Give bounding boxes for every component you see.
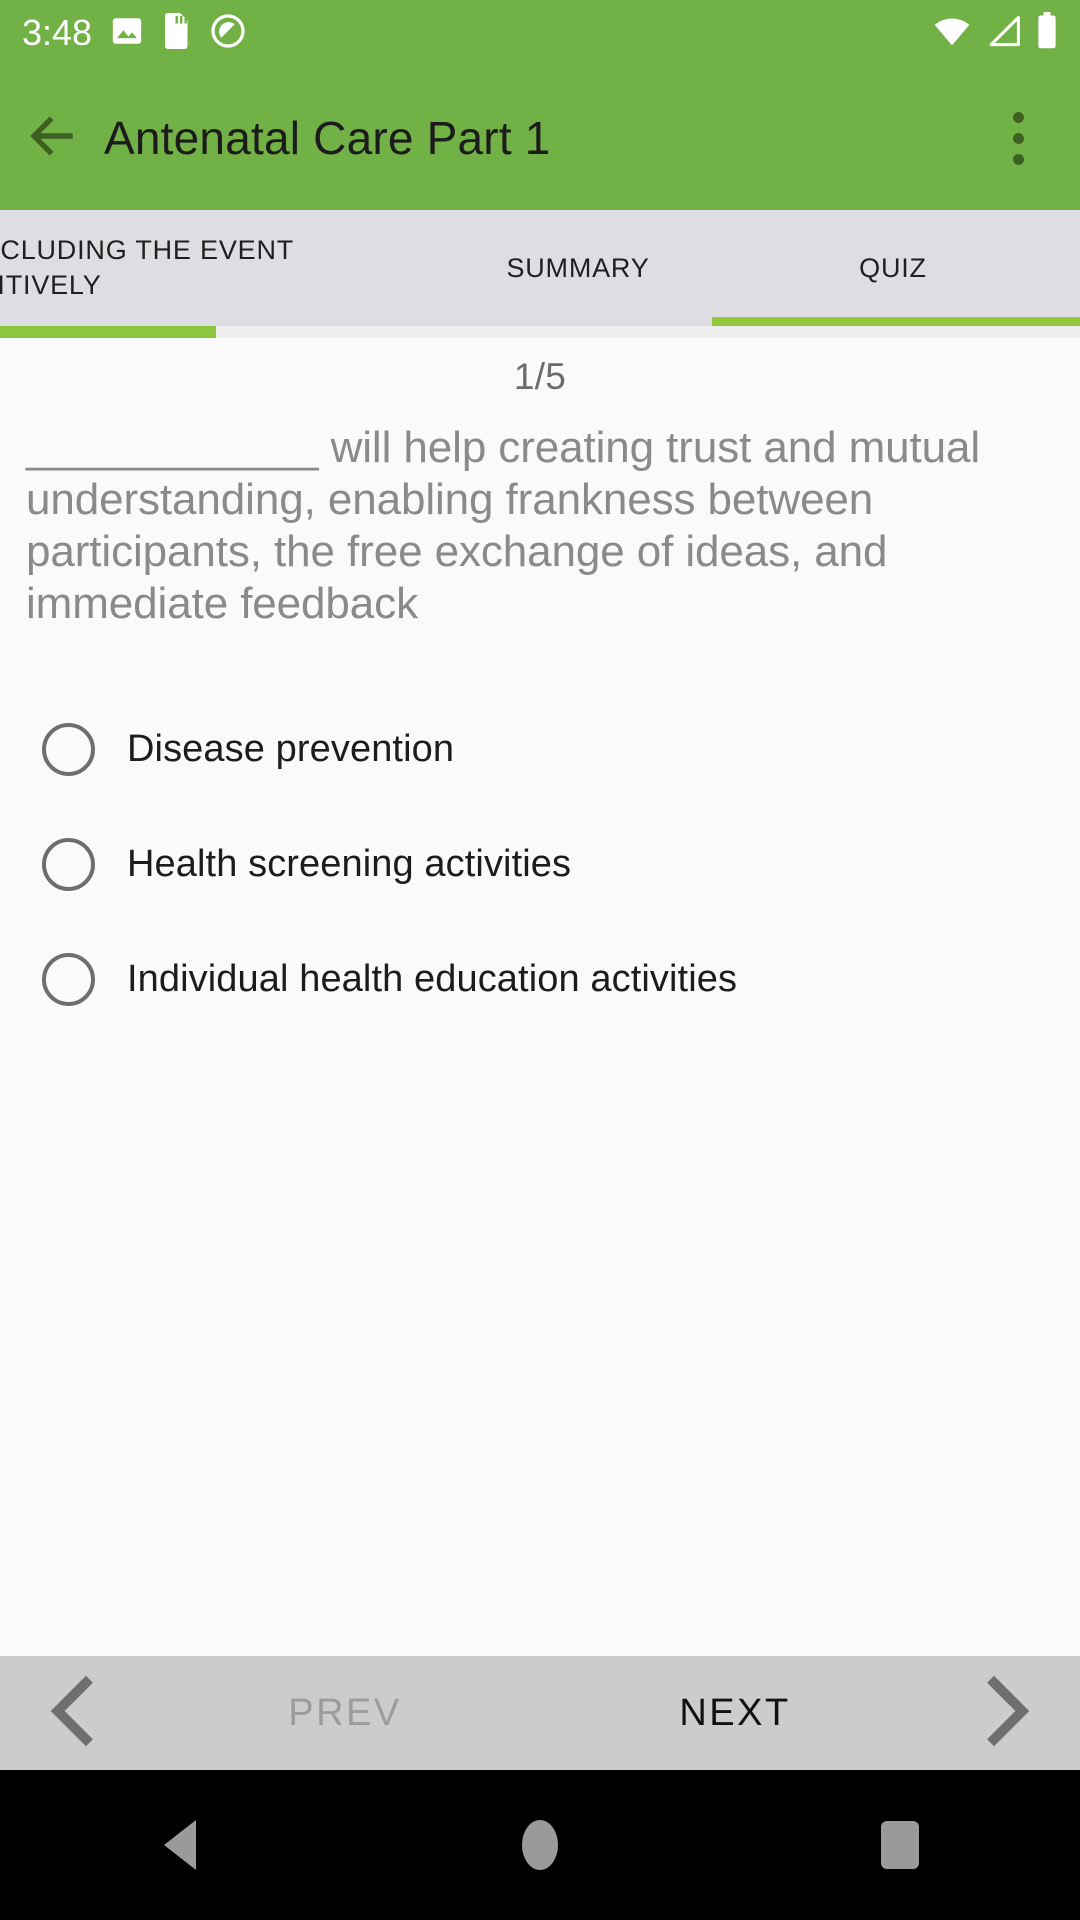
radio-button-icon-0[interactable] bbox=[42, 722, 95, 776]
quiz-navigation-bar: PREV NEXT bbox=[0, 1656, 1080, 1770]
status-bar-clock: 3:48 bbox=[22, 12, 93, 53]
more-options-icon-dot2 bbox=[1012, 132, 1024, 144]
system-back-button[interactable] bbox=[100, 1770, 260, 1920]
system-home-button[interactable] bbox=[460, 1770, 620, 1920]
tab-label-0: CONCLUDING THE EVENT POSITIVELY bbox=[0, 235, 294, 300]
radio-button-icon-1[interactable] bbox=[42, 837, 95, 891]
wifi-icon bbox=[932, 15, 972, 52]
quiz-progress-bar bbox=[0, 326, 1080, 338]
answer-option-label-1: Health screening activities bbox=[127, 842, 572, 885]
status-bar: 3:48 bbox=[0, 0, 1080, 66]
answer-option-0[interactable]: Disease prevention bbox=[24, 692, 1056, 807]
question-counter: 1/5 bbox=[513, 356, 567, 397]
app-root: 3:48 Antenatal Care Part 1 CLUDING THE E… bbox=[0, 0, 1080, 1920]
cellular-signal-icon bbox=[986, 15, 1022, 52]
back-button[interactable] bbox=[0, 109, 104, 168]
chevron-left-icon bbox=[49, 1673, 101, 1754]
android-system-nav-bar bbox=[0, 1770, 1080, 1920]
next-arrow-button[interactable] bbox=[930, 1673, 1080, 1754]
more-options-icon bbox=[1012, 111, 1024, 123]
tab-label-1: SUMMARY bbox=[506, 252, 650, 283]
recents-square-icon bbox=[881, 1821, 919, 1869]
prev-button[interactable]: PREV bbox=[150, 1692, 540, 1735]
quiz-progress-fill bbox=[0, 326, 216, 338]
sd-card-icon bbox=[162, 12, 192, 54]
system-recents-button[interactable] bbox=[820, 1770, 980, 1920]
do-not-disturb-icon bbox=[210, 13, 246, 54]
tab-label-2: QUIZ bbox=[859, 252, 927, 283]
app-bar: Antenatal Care Part 1 bbox=[0, 66, 1080, 210]
answer-option-label-0: Disease prevention bbox=[127, 727, 455, 770]
chevron-right-icon bbox=[979, 1673, 1031, 1754]
answer-option-2[interactable]: Individual health education activities bbox=[24, 922, 1056, 1037]
page-title: Antenatal Care Part 1 bbox=[104, 112, 551, 164]
tab-summary[interactable]: SUMMARY bbox=[428, 210, 728, 326]
radio-button-icon-2[interactable] bbox=[42, 952, 95, 1006]
back-triangle-icon bbox=[164, 1820, 196, 1870]
status-bar-right bbox=[932, 11, 1058, 55]
tab-selected-indicator bbox=[712, 317, 1080, 326]
tab-quiz[interactable]: QUIZ bbox=[728, 210, 1058, 326]
back-arrow-icon bbox=[25, 109, 79, 168]
quiz-content: 1/5 ____________ will help creating trus… bbox=[0, 338, 1080, 1656]
answer-option-1[interactable]: Health screening activities bbox=[24, 807, 1056, 922]
answer-options-list: Disease prevention Health screening acti… bbox=[24, 692, 1056, 1037]
status-bar-left: 3:48 bbox=[22, 12, 246, 54]
tab-bar: CONCLUDING THE EVENT POSITIVELY SUMMARY … bbox=[0, 210, 1080, 326]
tab-list: CONCLUDING THE EVENT POSITIVELY SUMMARY … bbox=[0, 210, 1080, 326]
next-button[interactable]: NEXT bbox=[540, 1692, 930, 1735]
question-text: ____________ will help creating trust an… bbox=[26, 423, 981, 628]
answer-option-label-2: Individual health education activities bbox=[127, 957, 738, 1000]
home-circle-icon bbox=[522, 1820, 558, 1870]
overflow-menu-button[interactable] bbox=[990, 98, 1046, 178]
image-icon bbox=[110, 14, 144, 53]
tab-concluding-the-event-positively[interactable]: CONCLUDING THE EVENT POSITIVELY bbox=[0, 210, 428, 326]
more-options-icon-dot3 bbox=[1012, 153, 1024, 165]
prev-arrow-button[interactable] bbox=[0, 1673, 150, 1754]
battery-icon bbox=[1036, 11, 1058, 55]
